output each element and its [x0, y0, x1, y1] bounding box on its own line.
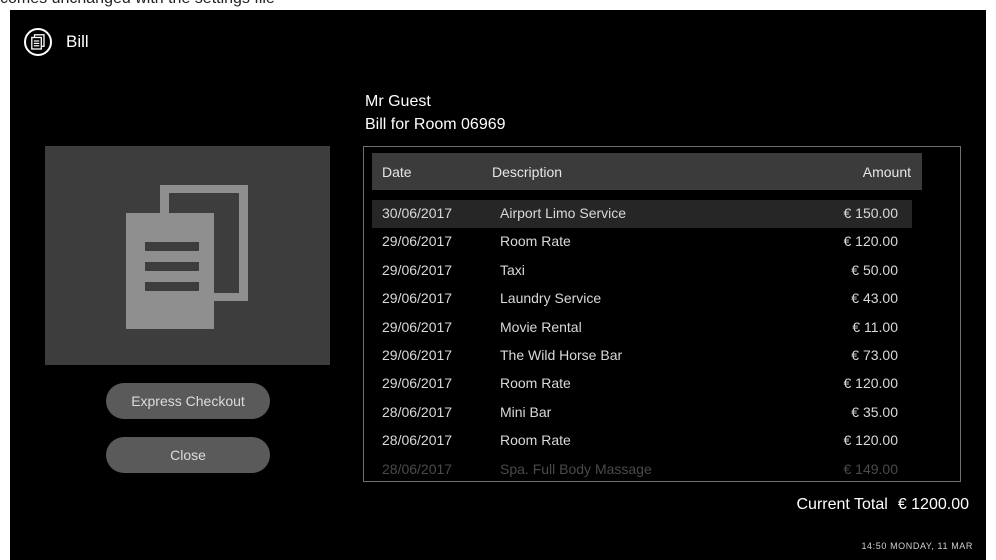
table-header: Date Description Amount — [372, 153, 922, 190]
row-date: 30/06/2017 — [382, 205, 453, 221]
row-date: 29/06/2017 — [382, 375, 453, 392]
row-amount: € 35.00 — [851, 403, 898, 420]
row-description: Mini Bar — [500, 403, 552, 420]
row-description: Room Rate — [500, 375, 571, 392]
table-row[interactable]: 29/06/2017 Room Rate € 120.00 — [372, 370, 912, 398]
documents-icon — [125, 184, 248, 329]
close-button[interactable]: Close — [106, 437, 270, 473]
table-row[interactable]: 29/06/2017 Laundry Service € 43.00 — [372, 285, 912, 313]
table-row[interactable]: 29/06/2017 The Wild Horse Bar € 73.00 — [372, 342, 912, 370]
row-amount: € 73.00 — [851, 346, 898, 363]
table-row[interactable]: 28/06/2017 Spa. Full Body Massage € 149.… — [372, 456, 912, 481]
guest-name: Mr Guest — [365, 93, 431, 110]
total-label: Current Total — [796, 496, 888, 513]
row-date: 28/06/2017 — [382, 460, 453, 477]
bill-illustration — [45, 146, 330, 365]
row-amount: € 150.00 — [843, 205, 899, 221]
row-description: Room Rate — [500, 233, 571, 250]
tv-screen: Bill Express Checkout Close Mr Guest Bil… — [10, 10, 986, 560]
table-row[interactable]: 30/06/2017 Airport Limo Service € 150.00 — [372, 200, 912, 229]
row-date: 28/06/2017 — [382, 403, 453, 420]
table-row[interactable]: 28/06/2017 Mini Bar € 35.00 — [372, 399, 912, 427]
table-row[interactable]: 29/06/2017 Room Rate € 120.00 — [372, 228, 912, 256]
row-amount: € 120.00 — [843, 233, 899, 250]
room-line: Bill for Room 06969 — [365, 116, 506, 133]
table-row[interactable]: 28/06/2017 Room Rate € 120.00 — [372, 427, 912, 455]
guest-info: Mr Guest Bill for Room 06969 — [365, 90, 506, 136]
row-date: 29/06/2017 — [382, 346, 453, 363]
table-body: 30/06/2017 Airport Limo Service € 150.00… — [372, 200, 912, 481]
header: Bill — [24, 26, 89, 58]
bill-table[interactable]: Date Description Amount 30/06/2017 Airpo… — [363, 146, 961, 482]
total-value: € 1200.00 — [897, 496, 969, 513]
row-description: Movie Rental — [500, 318, 582, 335]
clock: 14:50 MONDAY, 11 MAR — [861, 541, 973, 551]
row-description: Laundry Service — [500, 290, 602, 307]
column-header-date: Date — [382, 164, 412, 180]
row-date: 29/06/2017 — [382, 290, 453, 307]
row-amount: € 50.00 — [851, 261, 898, 278]
express-checkout-button[interactable]: Express Checkout — [106, 383, 270, 419]
row-date: 28/06/2017 — [382, 432, 453, 449]
table-row[interactable]: 29/06/2017 Taxi € 50.00 — [372, 257, 912, 285]
page-title: Bill — [66, 32, 89, 51]
row-description: Taxi — [500, 261, 525, 278]
row-amount: € 120.00 — [843, 432, 899, 449]
row-amount: € 149.00 — [843, 460, 899, 477]
row-amount: € 43.00 — [851, 290, 898, 307]
row-description: Room Rate — [500, 432, 571, 449]
current-total: Current Total € 1200.00 — [797, 496, 970, 514]
row-description: The Wild Horse Bar — [500, 346, 623, 363]
document-icon — [24, 28, 52, 56]
caption-strip: comes unchanged with the settings file — [0, 0, 996, 10]
row-date: 29/06/2017 — [382, 261, 453, 278]
row-description: Spa. Full Body Massage — [500, 460, 652, 477]
row-amount: € 11.00 — [852, 318, 898, 335]
table-row[interactable]: 29/06/2017 Movie Rental € 11.00 — [372, 314, 912, 342]
row-amount: € 120.00 — [843, 375, 899, 392]
column-header-amount: Amount — [862, 164, 911, 180]
caption-text: comes unchanged with the settings file — [0, 0, 275, 8]
row-date: 29/06/2017 — [382, 233, 453, 250]
row-description: Airport Limo Service — [500, 205, 627, 221]
row-date: 29/06/2017 — [382, 318, 453, 335]
column-header-description: Description — [492, 164, 563, 180]
